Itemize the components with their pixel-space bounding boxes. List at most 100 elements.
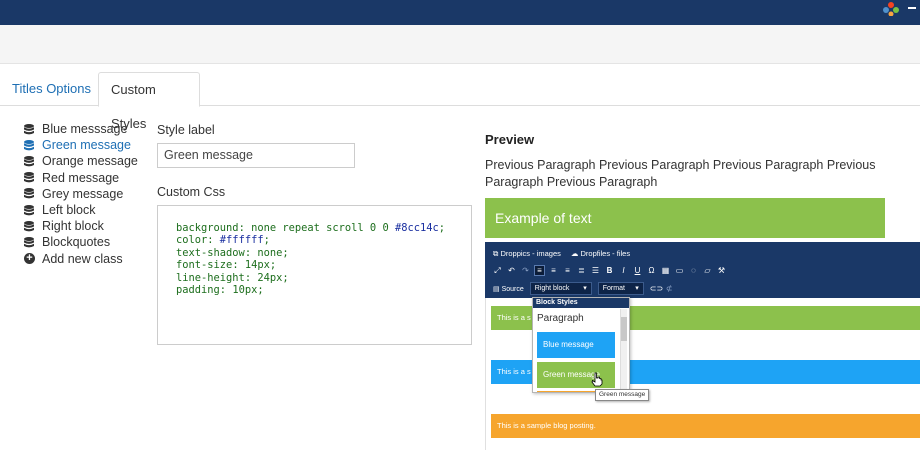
class-item[interactable]: Blockquotes — [24, 234, 154, 250]
class-item[interactable]: Grey message — [24, 186, 154, 202]
database-icon — [24, 236, 34, 248]
source-button[interactable]: ▤ Source — [493, 285, 524, 293]
class-item[interactable]: Left block — [24, 202, 154, 218]
tab-bar: Titles Options Custom Styles — [0, 72, 920, 131]
class-item[interactable]: + Add new class — [24, 251, 154, 267]
css-value: 14px — [244, 259, 270, 272]
css-property: background — [176, 222, 239, 234]
custom-css-heading: Custom Css — [157, 185, 226, 199]
class-item[interactable]: Red message — [24, 170, 154, 186]
example-green-message: Example of text — [485, 198, 885, 238]
class-item[interactable]: Green message — [24, 137, 154, 153]
class-item-label: Blue messsage — [42, 122, 128, 137]
css-property: padding — [176, 284, 220, 297]
class-item-label: Left block — [42, 203, 96, 218]
iframe-icon[interactable]: ▭ — [675, 266, 684, 275]
align-center-icon[interactable]: ≡ — [549, 266, 558, 275]
style-label-heading: Style label — [157, 123, 215, 137]
class-item[interactable]: Blue messsage — [24, 121, 154, 137]
image-icon: ⧉ — [493, 249, 499, 258]
database-icon — [24, 188, 34, 199]
database-icon — [24, 204, 34, 215]
css-line: padding: 10px; — [176, 284, 264, 297]
sub-toolbar — [0, 25, 920, 64]
maximize-icon[interactable]: ⤢ — [493, 266, 502, 275]
css-value: none repeat scroll 0 0 — [251, 222, 389, 234]
css-hex-value: #ffffff — [219, 234, 264, 247]
class-item-label: Right block — [42, 219, 104, 234]
style-label-input[interactable]: Green message — [157, 143, 355, 168]
class-item[interactable]: Right block — [24, 218, 154, 234]
css-line: font-size: 14px; — [176, 259, 277, 272]
css-line: text-shadow: none; — [176, 246, 289, 259]
tab-titles-options[interactable]: Titles Options — [0, 72, 103, 106]
caret-down-icon: ▾ — [635, 285, 639, 292]
tooltip: Green message — [595, 389, 650, 401]
custom-css-textarea[interactable]: background: none repeat scroll 0 0 #8cc1… — [157, 205, 472, 345]
unlink-icon[interactable]: ⊄ — [665, 284, 674, 293]
class-item-label: Orange message — [42, 154, 138, 169]
menu-item-blue-message[interactable]: Blue message — [537, 332, 615, 358]
format-dropdown[interactable]: Format ▾ — [597, 282, 644, 295]
eraser-icon[interactable]: ▱ — [703, 266, 712, 275]
class-item-label: Green message — [42, 138, 131, 153]
underline-icon[interactable]: U — [633, 266, 642, 275]
class-item-label: Grey message — [42, 186, 124, 201]
bullet-list-icon[interactable]: ☰ — [591, 266, 600, 275]
css-value: 10px — [232, 284, 258, 297]
menu-heading: Block Styles — [533, 298, 629, 308]
css-value: 24px — [257, 271, 283, 284]
block-style-dropdown[interactable]: Right block ▾ — [529, 282, 592, 295]
class-item-label: Blockquotes — [42, 235, 111, 250]
caret-down-icon: ▾ — [583, 285, 587, 292]
database-icon — [24, 139, 34, 151]
source-icon: ▤ — [493, 285, 500, 293]
italic-icon[interactable]: I — [619, 266, 628, 275]
editor-toolbar: ⧉ Droppics - images ☁ Dropfiles - files … — [485, 242, 920, 298]
redo-icon[interactable]: ↷ — [521, 266, 530, 275]
droppics-button[interactable]: ⧉ Droppics - images — [493, 249, 561, 259]
menu-item-green-message[interactable]: Green message — [537, 362, 615, 388]
class-item[interactable]: Orange message — [24, 153, 154, 169]
preview-title: Preview — [485, 132, 535, 147]
omega-icon[interactable]: Ω — [647, 266, 656, 275]
css-property: color — [176, 234, 208, 247]
css-line: line-height: 24px; — [176, 271, 289, 284]
preview-paragraph: Previous Paragraph Previous Paragraph Pr… — [485, 158, 876, 189]
database-icon — [24, 172, 34, 183]
database-icon — [24, 123, 34, 134]
bold-icon[interactable]: B — [605, 266, 614, 275]
css-line: color: #ffffff; — [176, 234, 270, 247]
paint-format-icon[interactable]: ⚒ — [717, 266, 726, 275]
top-admin-bar — [0, 0, 920, 25]
tab-custom-styles[interactable]: Custom Styles — [98, 72, 200, 131]
table-icon[interactable]: ▦ — [661, 266, 670, 275]
joomla-logo-icon[interactable] — [882, 0, 916, 16]
database-icon — [24, 220, 34, 232]
align-left-icon[interactable]: ≡ — [534, 265, 545, 276]
hand-cursor-icon — [591, 372, 603, 387]
css-hex-value: #8cc14c — [394, 222, 439, 234]
block-styles-menu: Block Styles Paragraph Blue message Gree… — [532, 297, 630, 393]
undo-icon[interactable]: ↶ — [507, 266, 516, 275]
css-value: none — [257, 246, 283, 259]
dropfiles-button[interactable]: ☁ Dropfiles - files — [571, 249, 630, 259]
align-right-icon[interactable]: ≡ — [563, 266, 572, 275]
class-item-label: Red message — [42, 170, 120, 185]
menu-item-paragraph[interactable]: Paragraph — [533, 308, 629, 330]
menu-scroll-thumb[interactable] — [621, 317, 627, 341]
anchor-icon[interactable]: ◌ — [689, 266, 698, 275]
plus-circle-icon: + — [24, 253, 35, 265]
sample-orange-block: This is a sample blog posting. — [491, 414, 920, 438]
css-property: line-height — [176, 271, 245, 284]
css-property: text-shadow — [176, 246, 245, 259]
justify-icon[interactable]: ≣ — [577, 266, 586, 275]
class-item-label: Add new class — [42, 251, 123, 266]
menu-scrollbar[interactable] — [620, 309, 627, 389]
cloud-icon: ☁ — [570, 249, 579, 258]
link-icon[interactable]: ⊂⊃ — [650, 284, 663, 293]
database-icon — [24, 155, 34, 167]
css-property: font-size — [176, 259, 233, 272]
css-line: background: none repeat scroll 0 0 #8cc1… — [176, 222, 446, 234]
class-list: Blue messsage Green message Orange message… — [24, 121, 154, 267]
